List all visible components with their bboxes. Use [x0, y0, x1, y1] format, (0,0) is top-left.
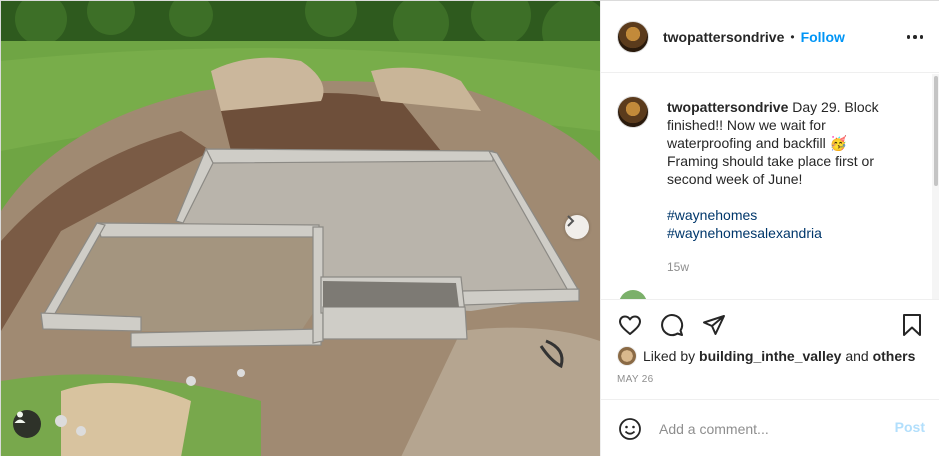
hashtag-link[interactable]: #waynehomesalexandria — [667, 224, 897, 242]
liked-by-others[interactable]: others — [873, 348, 916, 364]
comments-area: twopattersondrive Day 29. Block finished… — [601, 74, 929, 299]
liked-by-and: and — [845, 348, 869, 364]
comment-composer: Post — [601, 399, 939, 456]
tagged-users-button[interactable] — [13, 410, 41, 438]
paper-plane-icon — [703, 315, 725, 335]
follow-button[interactable]: Follow — [801, 29, 845, 45]
post-photo[interactable] — [1, 1, 600, 456]
share-button[interactable] — [701, 312, 727, 338]
caption-username[interactable]: twopattersondrive — [667, 99, 788, 115]
chevron-right-icon — [567, 215, 575, 227]
post-side-panel: twopattersondrive • Follow twopattersond… — [600, 1, 939, 456]
comment-button[interactable] — [659, 312, 685, 338]
foundation-photo-illustration — [1, 1, 600, 456]
more-options-icon[interactable] — [905, 27, 925, 47]
liker-avatar[interactable] — [617, 346, 637, 366]
smiley-icon — [619, 417, 641, 440]
bookmark-icon — [903, 314, 921, 336]
scrollbar-thumb[interactable] — [934, 76, 938, 186]
hashtag-list: #waynehomes #waynehomesalexandria — [667, 206, 897, 242]
like-button[interactable] — [617, 312, 643, 338]
liked-by-user[interactable]: building_inthe_valley — [699, 348, 841, 364]
caption-body: twopattersondrive Day 29. Block finished… — [667, 98, 897, 276]
emoji-button[interactable] — [617, 416, 643, 442]
author-avatar[interactable] — [617, 20, 649, 53]
comments-scrollbar[interactable] — [932, 74, 939, 299]
header-separator: • — [790, 29, 795, 44]
comment-icon — [661, 314, 684, 337]
caption-age: 15w — [667, 260, 690, 274]
save-button[interactable] — [899, 312, 925, 338]
user-tag-icon — [14, 411, 26, 423]
post-comment-button[interactable]: Post — [895, 419, 925, 435]
next-comment-avatar[interactable] — [619, 290, 647, 299]
comment-input[interactable] — [659, 420, 869, 437]
action-icon-row — [617, 312, 727, 338]
instagram-post-dialog: twopattersondrive • Follow twopattersond… — [0, 0, 939, 456]
liked-by-row: Liked by building_inthe_valley and other… — [617, 346, 915, 366]
post-date[interactable]: MAY 26 — [617, 374, 653, 385]
caption-avatar[interactable] — [617, 96, 649, 128]
post-actions: Liked by building_inthe_valley and other… — [601, 299, 939, 399]
hashtag-link[interactable]: #waynehomes — [667, 206, 897, 224]
heart-icon — [619, 315, 641, 335]
caption: twopattersondrive Day 29. Block finished… — [617, 96, 897, 276]
next-photo-button[interactable] — [565, 215, 589, 239]
author-username[interactable]: twopattersondrive — [663, 29, 784, 45]
post-header: twopattersondrive • Follow — [601, 1, 939, 73]
liked-by-prefix: Liked by — [643, 348, 696, 364]
